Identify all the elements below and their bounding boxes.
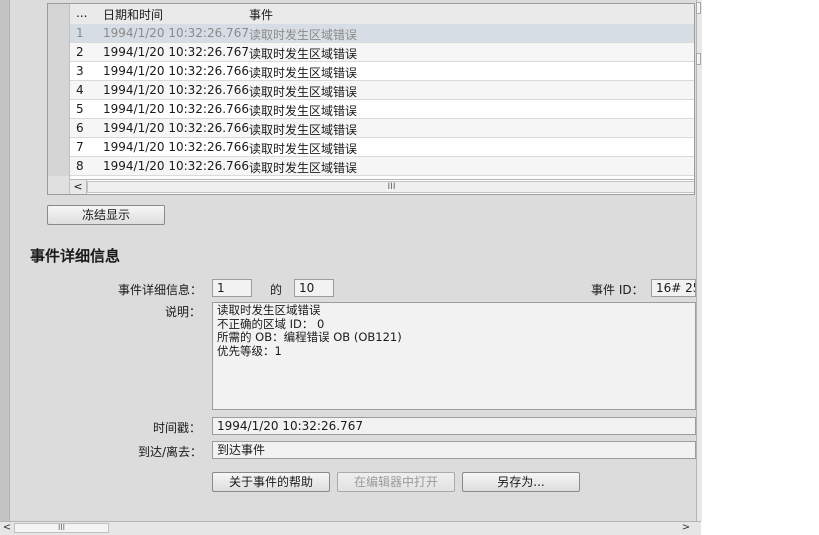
right-border-strip: [696, 0, 702, 521]
event-table: ... 日期和时间 事件 1 1994/1/20 10:32:26.767 读取…: [47, 3, 695, 195]
description-line: 所需的 OB：编程错误 OB (OB121): [217, 330, 402, 345]
table-horizontal-scrollbar[interactable]: < III: [70, 179, 694, 194]
table-row[interactable]: 4 1994/1/20 10:32:26.766 读取时发生区域错误: [48, 81, 694, 100]
description-line: 读取时发生区域错误: [217, 303, 321, 317]
scroll-right-arrow-icon[interactable]: >: [680, 522, 692, 535]
table-row[interactable]: 5 1994/1/20 10:32:26.766 读取时发生区域错误: [48, 100, 694, 119]
event-id-field: 16# 25: [651, 279, 696, 297]
scroll-left-arrow-icon[interactable]: <: [1, 522, 13, 535]
vertical-scroll-marker[interactable]: [696, 53, 701, 65]
header-stub: [48, 4, 70, 24]
event-help-button[interactable]: 关于事件的帮助: [212, 472, 330, 492]
table-row[interactable]: 2 1994/1/20 10:32:26.767 读取时发生区域错误: [48, 43, 694, 62]
table-row[interactable]: 6 1994/1/20 10:32:26.766 读取时发生区域错误: [48, 119, 694, 138]
scroll-left-arrow-icon[interactable]: <: [70, 180, 87, 194]
description-line: 优先等级：1: [217, 344, 282, 359]
open-in-editor-button[interactable]: 在编辑器中打开: [337, 472, 455, 492]
header-index[interactable]: ...: [76, 6, 87, 20]
event-details-label: 事件详细信息：: [118, 283, 203, 297]
timestamp-field: 1994/1/20 10:32:26.767: [212, 417, 696, 435]
save-as-button[interactable]: 另存为...: [462, 472, 580, 492]
arrive-leave-label: 到达/离去：: [138, 445, 203, 459]
table-row[interactable]: 8 1994/1/20 10:32:26.766 读取时发生区域错误: [48, 157, 694, 176]
timestamp-label: 时间戳：: [153, 421, 202, 435]
of-label: 的: [270, 283, 283, 297]
freeze-display-button[interactable]: 冻结显示: [47, 205, 165, 225]
event-total-field: 10: [294, 279, 334, 297]
table-row[interactable]: 3 1994/1/20 10:32:26.766 读取时发生区域错误: [48, 62, 694, 81]
table-row[interactable]: 1 1994/1/20 10:32:26.767 读取时发生区域错误: [48, 24, 694, 43]
description-label: 说明：: [165, 305, 202, 319]
arrive-leave-field: 到达事件: [212, 441, 696, 459]
header-datetime[interactable]: 日期和时间: [103, 6, 163, 23]
table-header: ... 日期和时间 事件: [48, 4, 694, 25]
event-id-label: 事件 ID：: [591, 283, 644, 297]
event-index-field[interactable]: 1: [212, 279, 252, 297]
header-event[interactable]: 事件: [249, 6, 273, 23]
table-row[interactable]: 7 1994/1/20 10:32:26.766 读取时发生区域错误: [48, 138, 694, 157]
panel-horizontal-scrollbar[interactable]: < III >: [0, 521, 701, 535]
diagnostic-buffer-panel: ... 日期和时间 事件 1 1994/1/20 10:32:26.767 读取…: [0, 0, 702, 535]
scrollbar-thumb[interactable]: III: [87, 181, 694, 193]
vertical-scroll-marker[interactable]: [696, 2, 701, 14]
description-text-area[interactable]: 读取时发生区域错误 不正确的区域 ID： 0 所需的 OB：编程错误 OB (O…: [212, 302, 696, 410]
left-border-strip: [0, 0, 10, 521]
table-corner: [48, 176, 70, 194]
description-line: 不正确的区域 ID： 0: [217, 316, 325, 331]
scrollbar-thumb[interactable]: III: [14, 523, 109, 533]
details-section-title: 事件详细信息: [30, 247, 121, 265]
